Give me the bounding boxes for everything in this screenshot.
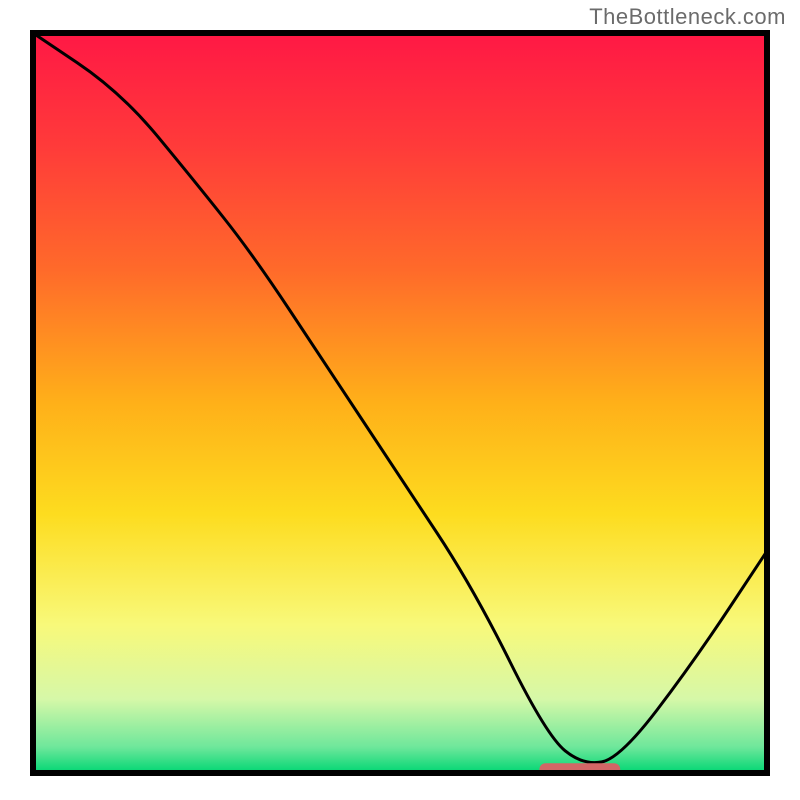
bottleneck-chart — [0, 0, 800, 800]
chart-container: TheBottleneck.com — [0, 0, 800, 800]
plot-background — [33, 33, 767, 773]
